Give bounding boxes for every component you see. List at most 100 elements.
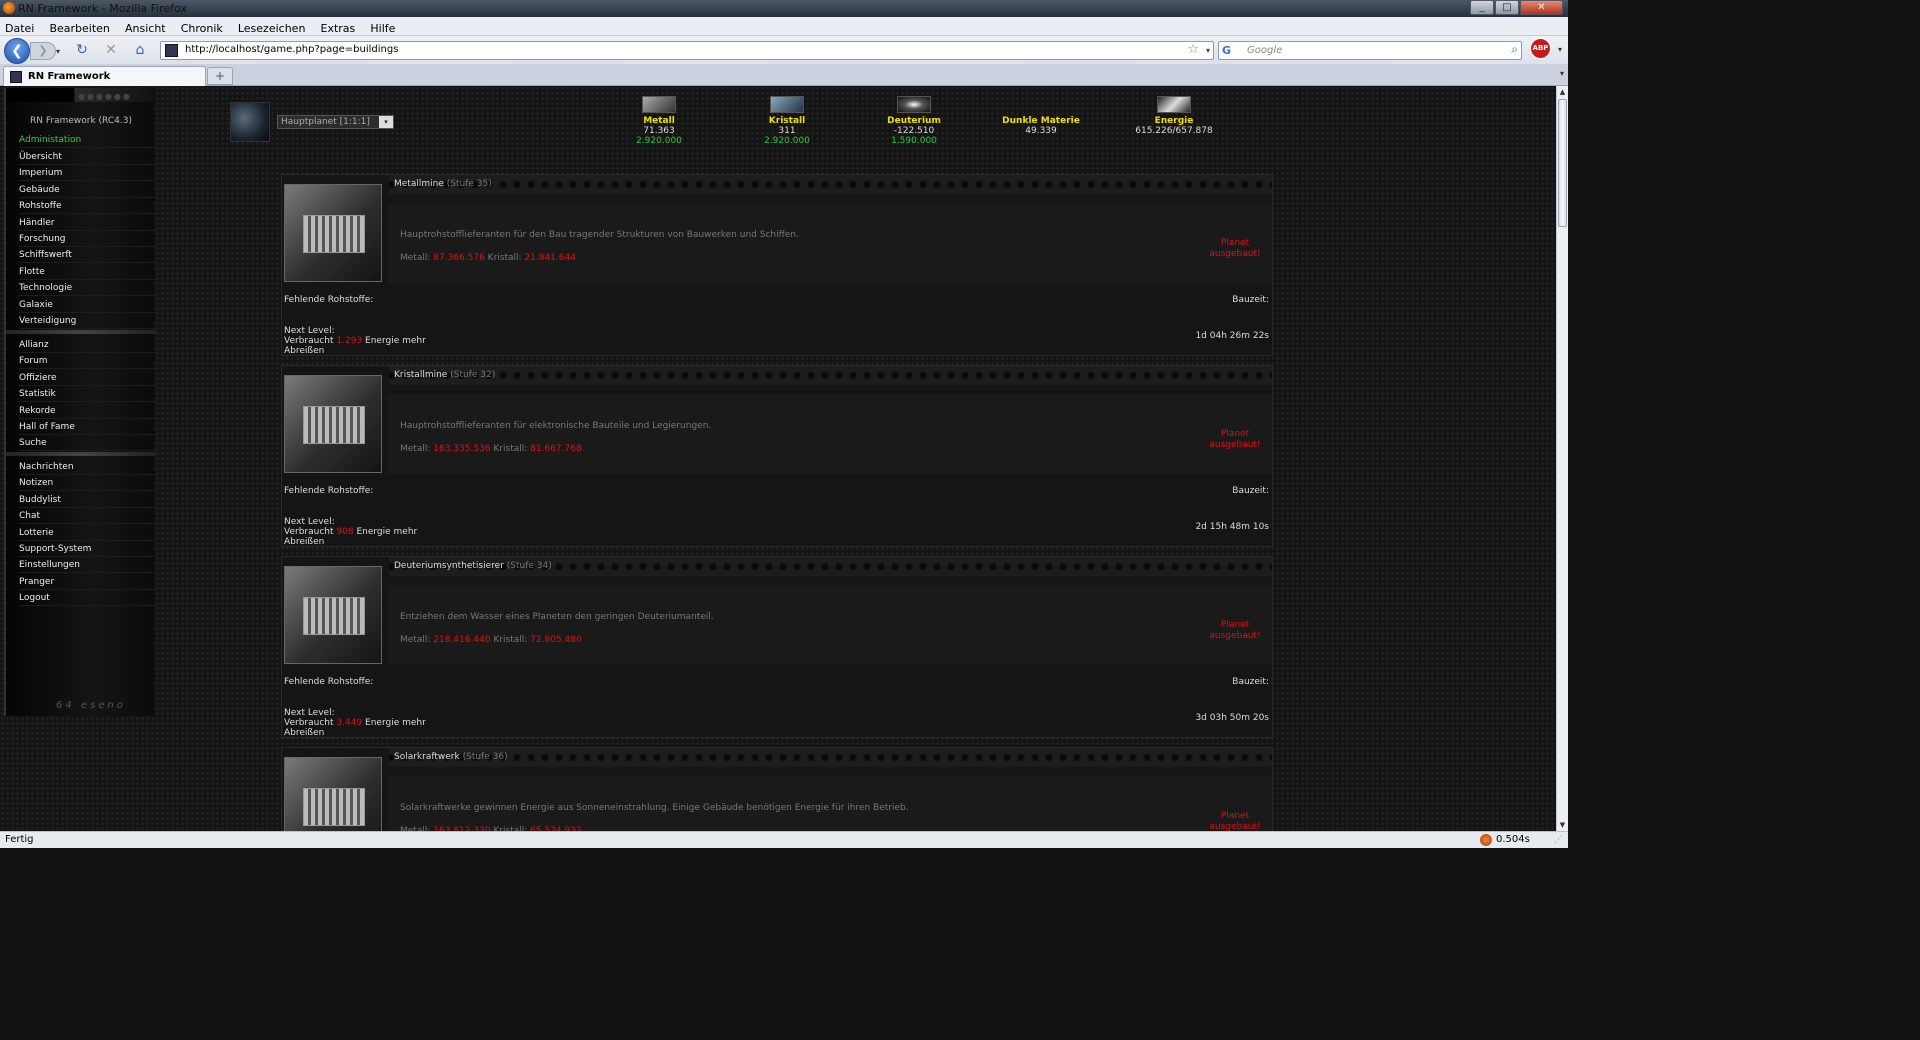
sidebar-item-forum[interactable]: Forum	[19, 354, 156, 370]
vertical-scrollbar[interactable]: ▲ ▼	[1556, 86, 1568, 831]
tab-favicon	[10, 71, 22, 83]
search-icon[interactable]: ⌕	[1511, 42, 1518, 57]
home-icon[interactable]: ⌂	[132, 42, 148, 58]
demolish-link[interactable]: Abreißen	[284, 346, 426, 356]
new-tab-button[interactable]: +	[207, 67, 233, 85]
sidebar-item-verteidigung[interactable]: Verteidigung	[19, 314, 156, 329]
building-level: (Stufe 36)	[462, 752, 508, 762]
sidebar-item-rohstoffe[interactable]: Rohstoffe	[19, 199, 156, 215]
menu-datei[interactable]: Datei	[0, 20, 39, 35]
sidebar-item-flotte[interactable]: Flotte	[19, 265, 156, 280]
metal-icon	[642, 96, 676, 113]
demolish-link[interactable]: Abreißen	[284, 728, 426, 738]
forward-icon[interactable]: ❯	[30, 42, 56, 60]
sidebar-item-hall-of-fame[interactable]: Hall of Fame	[19, 420, 156, 435]
maximize-button[interactable]: □	[1495, 0, 1519, 15]
planet-dropdown-icon[interactable]: ▾	[379, 116, 393, 128]
building-description-area: Solarkraftwerke gewinnen Energie aus Son…	[388, 776, 1272, 831]
sidebar-item-imperium[interactable]: Imperium	[19, 166, 156, 182]
building-name[interactable]: Solarkraftwerk	[394, 752, 460, 762]
firebug-icon[interactable]	[1480, 834, 1492, 846]
status-line-2: ausgebaut!	[1209, 440, 1261, 450]
planet-select[interactable]: Hauptplanet [1:1:1] ▾	[277, 115, 394, 129]
building-image[interactable]	[284, 566, 382, 664]
sidebar-item-chat[interactable]: Chat	[19, 509, 156, 525]
sidebar-divider	[6, 330, 156, 334]
sidebar-item-übersicht[interactable]: Übersicht	[19, 150, 156, 165]
menu-chronik[interactable]: Chronik	[176, 20, 228, 35]
sidebar-item-gebäude[interactable]: Gebäude	[19, 183, 156, 198]
adblock-dropdown-icon[interactable]: ▾	[1558, 45, 1562, 54]
tab-rn-framework[interactable]: RN Framework	[3, 66, 206, 86]
history-dropdown-icon[interactable]: ▾	[56, 47, 60, 56]
resize-grip-icon[interactable]: ⋰	[1554, 835, 1563, 845]
menu-lesezeichen[interactable]: Lesezeichen	[233, 20, 311, 35]
sidebar-item-forschung[interactable]: Forschung	[19, 232, 156, 247]
planet-image[interactable]	[230, 102, 270, 142]
sidebar-item-lotterie[interactable]: Lotterie	[19, 526, 156, 541]
sidebar-item-suche[interactable]: Suche	[19, 436, 156, 452]
url-bar[interactable]: http://localhost/game.php?page=buildings…	[160, 41, 1214, 60]
energy-value: 3.449	[336, 718, 363, 728]
sidebar-item-nachrichten[interactable]: Nachrichten	[19, 460, 156, 475]
crystal-cost-value: 21.841.644	[524, 253, 576, 263]
sidebar-item-buddylist[interactable]: Buddylist	[19, 493, 156, 508]
scrollbar-thumb[interactable]	[1558, 99, 1567, 227]
building-image[interactable]	[284, 184, 382, 282]
menu-ansicht[interactable]: Ansicht	[120, 20, 171, 35]
search-bar[interactable]: G Google ⌕	[1218, 41, 1522, 60]
sidebar-item-admin[interactable]: Administation	[19, 133, 156, 148]
menu-bearbeiten[interactable]: Bearbeiten	[44, 20, 114, 35]
search-placeholder: Google	[1247, 45, 1283, 56]
sidebar-item-support-system[interactable]: Support-System	[19, 542, 156, 557]
building-image[interactable]	[284, 757, 382, 831]
scroll-down-icon[interactable]: ▼	[1557, 819, 1568, 831]
building-name[interactable]: Metallmine	[394, 179, 444, 189]
status-line-1: Planet	[1220, 429, 1250, 439]
consumes-label: Verbraucht	[284, 336, 334, 346]
menu-extras[interactable]: Extras	[316, 20, 361, 35]
sidebar-title: RN Framework (RC4.3)	[30, 116, 132, 126]
tab-list-dropdown-icon[interactable]: ▾	[1560, 69, 1564, 78]
bookmark-star-icon[interactable]: ☆	[1187, 42, 1199, 57]
planet-full-status: Planet ausgebaut!	[1200, 620, 1270, 642]
url-dropdown-icon[interactable]: ▾	[1206, 46, 1210, 55]
sidebar-item-händler[interactable]: Händler	[19, 216, 156, 231]
building-image-structure	[303, 788, 365, 826]
sidebar-item-pranger[interactable]: Pranger	[19, 575, 156, 590]
back-icon[interactable]: ❮	[4, 38, 30, 64]
building-header: Metallmine (Stufe 35)	[389, 175, 1272, 194]
sidebar-item-technologie[interactable]: Technologie	[19, 281, 156, 297]
menu-bar: Datei Bearbeiten Ansicht Chronik Lesezei…	[0, 17, 1568, 36]
sidebar-item-einstellungen[interactable]: Einstellungen	[19, 558, 156, 574]
crystal-cost-value: 72.805.480	[530, 635, 582, 645]
minimize-button[interactable]: _	[1470, 0, 1494, 15]
building-name[interactable]: Deuteriumsynthetisierer	[394, 561, 504, 571]
stop-icon[interactable]: ✕	[103, 42, 119, 58]
energy-consumption: Verbraucht 908 Energie mehr	[284, 527, 417, 537]
crystal-icon	[770, 96, 804, 113]
menu-hilfe[interactable]: Hilfe	[365, 20, 400, 35]
close-window-button[interactable]: ✕	[1520, 0, 1563, 15]
building-panel: Metallmine (Stufe 35) Hauptrohstoffliefer…	[281, 174, 1273, 356]
sidebar-item-galaxie[interactable]: Galaxie	[19, 298, 156, 313]
metal-cost-value: 87.366.576	[433, 253, 485, 263]
adblock-icon[interactable]: ABP	[1530, 38, 1551, 59]
building-image[interactable]	[284, 375, 382, 473]
sidebar-item-schiffswerft[interactable]: Schiffswerft	[19, 248, 156, 264]
sidebar-item-notizen[interactable]: Notizen	[19, 476, 156, 492]
build-time-label: Bauzeit:	[1232, 295, 1269, 305]
build-time-label: Bauzeit:	[1232, 486, 1269, 496]
sidebar-item-offiziere[interactable]: Offiziere	[19, 371, 156, 386]
sidebar-item-rekorde[interactable]: Rekorde	[19, 404, 156, 419]
resource-deuterium: Deuterium -122.510 1.590.000	[859, 96, 969, 146]
sidebar-item-logout[interactable]: Logout	[19, 591, 156, 607]
building-name[interactable]: Kristallmine	[394, 370, 447, 380]
crystal-cost-value: 81.667.768	[530, 444, 582, 454]
demolish-link[interactable]: Abreißen	[284, 537, 417, 547]
sidebar-item-allianz[interactable]: Allianz	[19, 338, 156, 353]
reload-icon[interactable]: ↻	[74, 42, 90, 58]
scroll-up-icon[interactable]: ▲	[1557, 86, 1568, 98]
sidebar-item-statistik[interactable]: Statistik	[19, 387, 156, 403]
consumes-label: Verbraucht	[284, 527, 334, 537]
